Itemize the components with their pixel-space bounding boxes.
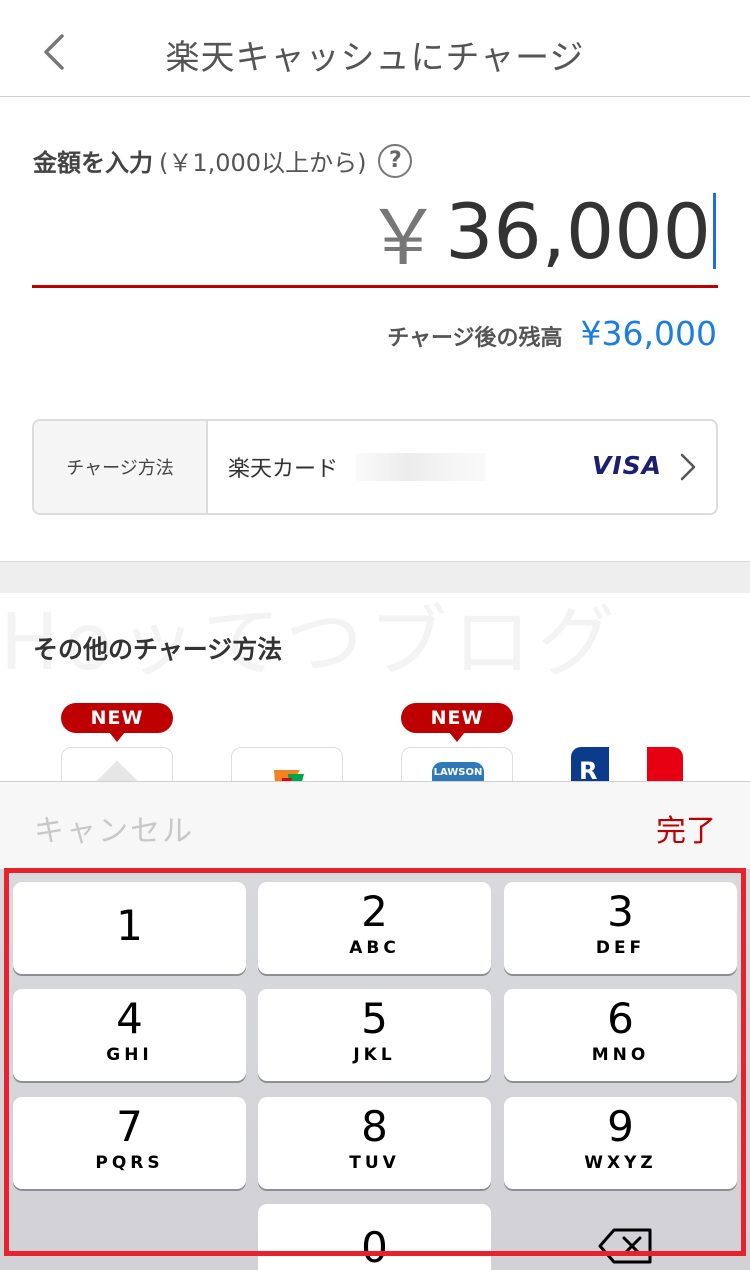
balance-after-charge: チャージ後の残高 ¥36,000 — [387, 314, 717, 353]
page-title: 楽天キャッシュにチャージ — [165, 38, 585, 78]
key-7[interactable]: 7 PQRS — [13, 1097, 246, 1189]
new-badge: NEW — [61, 703, 173, 742]
delete-key-icon[interactable] — [598, 1226, 654, 1266]
balance-value: ¥36,000 — [580, 314, 717, 353]
charge-method-header: チャージ方法 — [34, 421, 208, 513]
currency-symbol: ￥ — [365, 193, 442, 282]
help-icon[interactable]: ? — [378, 143, 413, 178]
key-1[interactable]: 1 — [13, 882, 246, 974]
cancel-button[interactable]: キャンセル — [34, 806, 194, 850]
charge-method-row[interactable]: チャージ方法 楽天カード VISA — [32, 419, 718, 515]
key-3[interactable]: 3 DEF — [504, 882, 737, 974]
amount-minimum-note: (￥1,000以上から) — [159, 149, 367, 177]
key-8[interactable]: 8 TUV — [258, 1097, 491, 1189]
done-button[interactable]: 完了 — [656, 806, 716, 850]
keyboard-toolbar: キャンセル 完了 — [0, 781, 750, 869]
key-0[interactable]: 0 — [258, 1204, 491, 1270]
key-2[interactable]: 2 ABC — [258, 882, 491, 974]
chevron-right-icon — [680, 453, 696, 481]
amount-label: 金額を入力 (￥1,000以上から) ? — [33, 143, 413, 178]
amount-input-underline — [32, 285, 718, 288]
key-6[interactable]: 6 MNO — [504, 989, 737, 1081]
amount-label-text: 金額を入力 — [33, 149, 153, 177]
visa-logo: VISA — [591, 451, 662, 480]
charge-method-selection[interactable]: 楽天カード VISA — [208, 421, 716, 513]
key-5[interactable]: 5 JKL — [258, 989, 491, 1081]
other-methods-title: その他のチャージ方法 — [33, 635, 283, 664]
card-name: 楽天カード — [228, 457, 339, 482]
navigation-bar: 楽天キャッシュにチャージ — [0, 0, 750, 97]
amount-input[interactable]: ￥ 36,000 — [365, 186, 716, 282]
amount-value: 36,000 — [445, 186, 711, 276]
balance-label: チャージ後の残高 — [387, 326, 563, 351]
key-9[interactable]: 9 WXYZ — [504, 1097, 737, 1189]
key-4[interactable]: 4 GHI — [13, 989, 246, 1081]
text-caret — [713, 193, 716, 269]
masked-card-number — [356, 453, 487, 481]
new-badge: NEW — [401, 703, 513, 742]
